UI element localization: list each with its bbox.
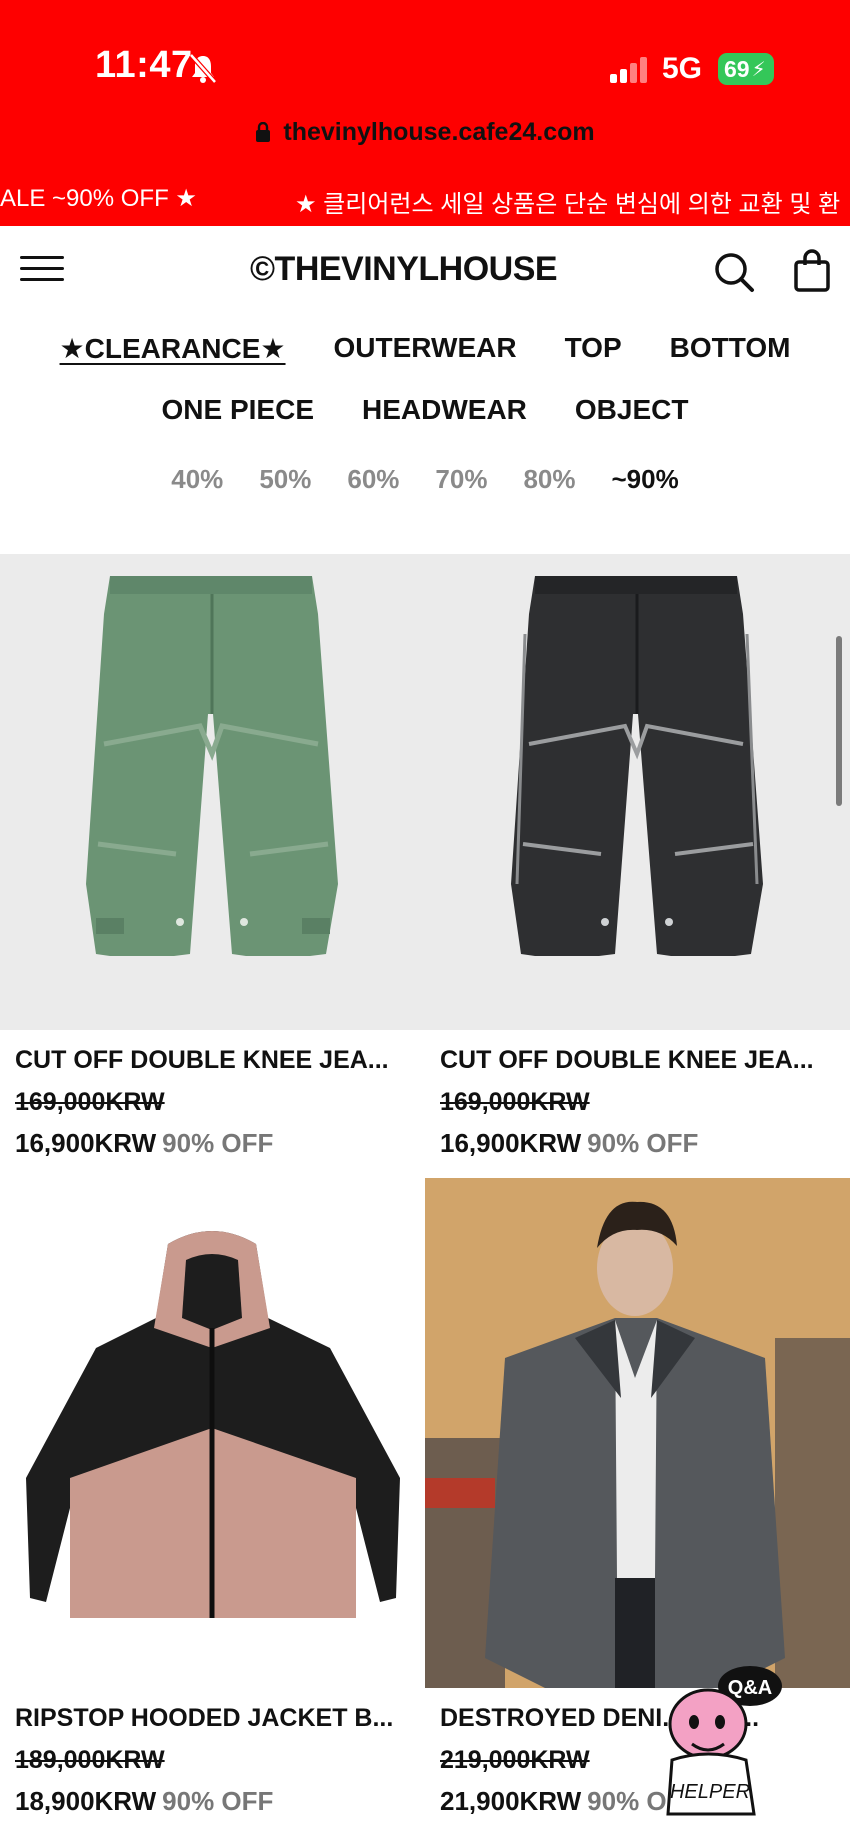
sale-amount: 16,900KRW	[440, 1128, 582, 1158]
discount-label: 90% OFF	[162, 1128, 274, 1158]
site-logo[interactable]: ©THEVINYLHOUSE	[250, 250, 558, 289]
product-card[interactable]: RIPSTOP HOODED JACKET B... 189,000KRW 18…	[0, 1178, 425, 1848]
product-card[interactable]: CUT OFF DOUBLE KNEE JEA... 169,000KRW 16…	[425, 554, 850, 1174]
filter-50[interactable]: 50%	[259, 464, 311, 495]
marquee-text-right: ★ 클리어런스 세일 상품은 단순 변심에 의한 교환 및 환	[295, 191, 841, 218]
product-name[interactable]: CUT OFF DOUBLE KNEE JEA...	[440, 1046, 835, 1075]
cell-signal-icon	[608, 56, 652, 84]
category-bottom[interactable]: BOTTOM	[670, 332, 791, 365]
filter-70[interactable]: 70%	[435, 464, 487, 495]
sale-amount: 16,900KRW	[15, 1128, 157, 1158]
filter-40[interactable]: 40%	[171, 464, 223, 495]
category-outerwear[interactable]: OUTERWEAR	[334, 332, 517, 365]
search-icon[interactable]	[712, 250, 756, 294]
product-name[interactable]: RIPSTOP HOODED JACKET B...	[15, 1704, 410, 1733]
discount-label: 90% OFF	[587, 1128, 699, 1158]
discount-label: 90% OFF	[162, 1786, 274, 1816]
filter-60[interactable]: 60%	[347, 464, 399, 495]
product-image-black-jeans[interactable]	[425, 554, 850, 1030]
helper-bubble-text: Q&A	[728, 1677, 772, 1699]
product-image-denim-jacket-model[interactable]	[425, 1178, 850, 1688]
product-image-green-jeans[interactable]	[0, 554, 425, 1030]
silent-bell-icon	[188, 52, 218, 84]
shopping-bag-icon[interactable]	[792, 248, 832, 292]
helper-chat-button[interactable]: Q&A HELPER	[650, 1664, 790, 1816]
product-name[interactable]: CUT OFF DOUBLE KNEE JEA...	[15, 1046, 410, 1075]
battery-indicator: 69 ⚡	[718, 53, 774, 85]
battery-level: 69	[724, 55, 750, 82]
product-image-ripstop-jacket[interactable]	[0, 1178, 425, 1688]
url-text: thevinylhouse.cafe24.com	[283, 117, 595, 146]
address-bar[interactable]: thevinylhouse.cafe24.com	[0, 112, 850, 152]
category-clearance[interactable]: ★CLEARANCE★	[60, 332, 286, 365]
marquee-text-left: ALE ~90% OFF ★	[0, 185, 197, 212]
helper-label: HELPER	[670, 1781, 750, 1803]
sale-price: 16,900KRW 90% OFF	[15, 1128, 273, 1159]
original-price: 219,000KRW	[440, 1746, 590, 1774]
category-object[interactable]: OBJECT	[575, 394, 689, 426]
filter-80[interactable]: 80%	[523, 464, 575, 495]
network-type: 5G	[662, 52, 703, 85]
lock-icon	[255, 122, 271, 142]
site-header: ©THEVINYLHOUSE	[0, 226, 850, 316]
original-price: 169,000KRW	[440, 1088, 590, 1116]
announcement-marquee: ALE ~90% OFF ★ ★ 클리어런스 세일 상품은 단순 변심에 의한 …	[0, 180, 850, 220]
page-scrollbar[interactable]	[836, 636, 842, 806]
status-bar: 11:47 5G 69 ⚡	[0, 0, 850, 110]
menu-icon[interactable]	[20, 256, 64, 286]
sale-price: 16,900KRW 90% OFF	[440, 1128, 698, 1159]
product-card[interactable]: CUT OFF DOUBLE KNEE JEA... 169,000KRW 16…	[0, 554, 425, 1174]
sale-amount: 18,900KRW	[15, 1786, 157, 1816]
discount-filter: 40% 50% 60% 70% 80% ~90%	[0, 464, 850, 495]
status-time: 11:47	[95, 44, 193, 86]
sale-amount: 21,900KRW	[440, 1786, 582, 1816]
original-price: 169,000KRW	[15, 1088, 165, 1116]
filter-90[interactable]: ~90%	[612, 464, 679, 495]
original-price: 189,000KRW	[15, 1746, 165, 1774]
category-top[interactable]: TOP	[565, 332, 622, 365]
category-headwear[interactable]: HEADWEAR	[362, 394, 527, 426]
sale-price: 18,900KRW 90% OFF	[15, 1786, 273, 1817]
category-one-piece[interactable]: ONE PIECE	[162, 394, 314, 426]
charging-bolt-icon: ⚡	[751, 58, 766, 81]
